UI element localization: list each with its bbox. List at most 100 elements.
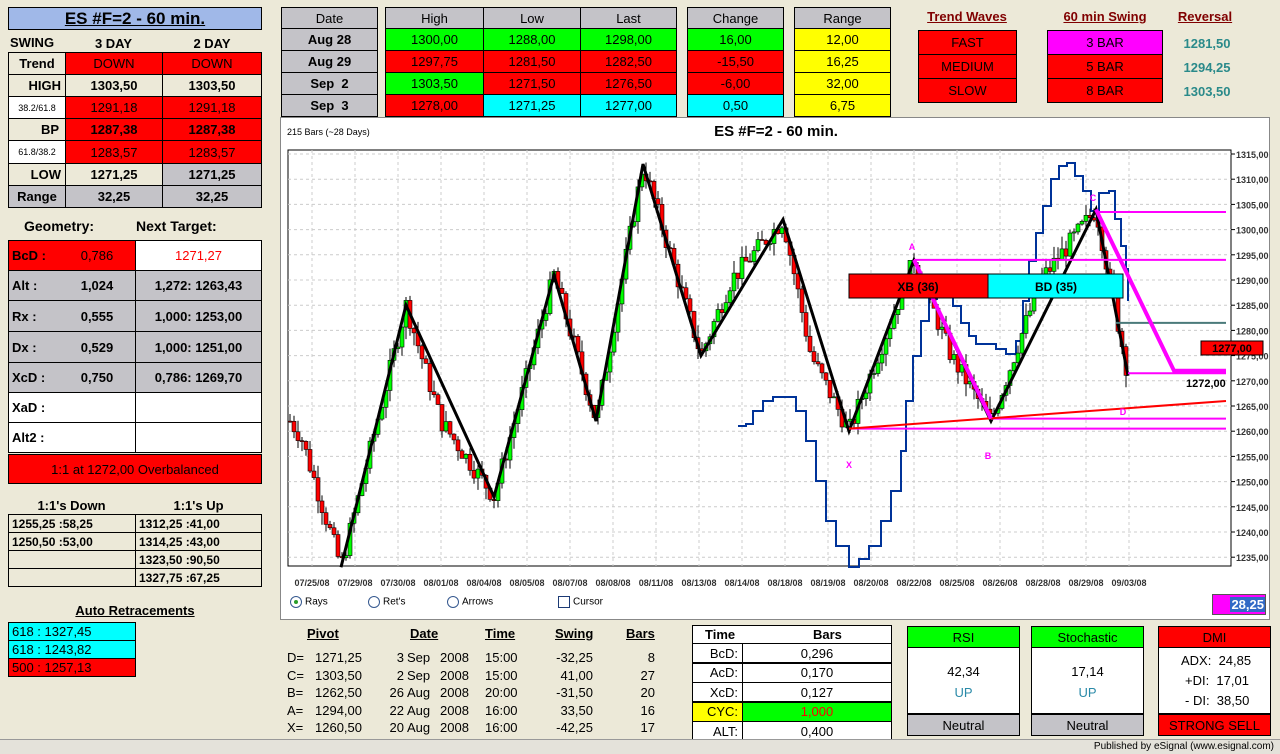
x-tick-label: 08/13/08: [681, 578, 716, 588]
candle-up: [1019, 333, 1025, 354]
chart-canvas[interactable]: 1315,00 1310,00 1305,00 1300,00 1295,00 1290,…: [281, 118, 1271, 621]
pivot-time: 20:00: [485, 685, 518, 700]
checkbox-icon[interactable]: [558, 596, 570, 608]
wave-fast: FAST: [918, 30, 1017, 55]
candle-down: [827, 379, 833, 399]
y-tick-label: 1300,00: [1236, 226, 1269, 236]
candle-down: [811, 351, 817, 362]
candle-down: [327, 524, 333, 529]
y-tick-label: 1265,00: [1236, 402, 1269, 412]
candle-down: [1063, 248, 1069, 257]
option-cursor[interactable]: Cursor: [558, 596, 603, 608]
fib618-3day: 1283,57: [65, 140, 163, 164]
pivot-year: 2008: [440, 685, 469, 700]
rsi-status: Neutral: [907, 713, 1020, 736]
x-tick-label: 08/26/08: [982, 578, 1017, 588]
rsi-panel: RSI 42,34 UP Neutral: [907, 626, 1020, 736]
radio-icon[interactable]: [368, 596, 380, 608]
pivot-bars-header: Bars: [626, 626, 655, 641]
candle-down: [427, 363, 433, 392]
chart-title: ES #F=2 - 60 min.: [714, 123, 838, 140]
high-3day: 1303,50: [65, 74, 163, 97]
geometry-label: Geometry:: [24, 218, 95, 234]
row2-high: 1297,75: [385, 50, 484, 73]
radio-icon[interactable]: [447, 596, 459, 608]
pivot-day: 26: [389, 685, 404, 700]
stochastic-value: 17,14: [1071, 664, 1104, 679]
stochastic-panel: Stochastic 17,14 UP Neutral: [1031, 626, 1144, 736]
stochastic-label: Stochastic: [1031, 626, 1144, 648]
row2-change: -15,50: [687, 50, 784, 73]
option-arrows[interactable]: Arrows: [447, 596, 493, 608]
timebars-value: 0,296: [742, 643, 892, 663]
pivot-year: 2008: [440, 650, 469, 665]
ones-up-4: 1327,75 :67,25: [135, 568, 262, 587]
row4-change: 0,50: [687, 94, 784, 117]
geo-val-alt: 1,024: [80, 278, 114, 293]
retracement-1: 618 : 1327,45: [8, 622, 136, 641]
row4-range: 6,75: [794, 94, 891, 117]
x-tick-label: 08/14/08: [724, 578, 759, 588]
candle-up: [779, 227, 785, 234]
publisher-note: Published by eSignal (www.esignal.com): [1093, 741, 1274, 752]
x-tick-label: 08/05/08: [509, 578, 544, 588]
header-change: Change: [687, 7, 784, 29]
row4-last: 1277,00: [580, 94, 677, 117]
fib618-2day: 1283,57: [162, 140, 262, 164]
swing-8bar: 8 BAR: [1047, 78, 1163, 103]
row-label-bp: BP: [8, 118, 66, 141]
pattern-point-d: D: [1120, 407, 1127, 417]
y-tick-label: 1295,00: [1236, 251, 1269, 261]
option-rays[interactable]: Rays: [290, 596, 328, 608]
pivot-label: B=: [287, 685, 304, 700]
pivot-price: 1303,50: [315, 667, 362, 683]
candle-up: [755, 239, 761, 251]
value-readout: 28,25: [1212, 594, 1266, 615]
trend-3day: DOWN: [65, 52, 163, 75]
time-bars-table: Time Bars BcD: 0,296 AcD: 0,170 XcD: 0,127 CYC…: [692, 625, 892, 741]
candle-down: [335, 534, 341, 557]
pivot-swing: 41,00: [560, 667, 593, 683]
ones-down-4: [8, 568, 136, 587]
row1-date: Aug 28: [281, 28, 378, 51]
pivot-bars: 27: [640, 667, 655, 683]
candle-down: [431, 391, 437, 396]
y-tick-label: 1315,00: [1236, 150, 1269, 160]
reversal-3: 1303,50: [1183, 84, 1231, 99]
geo-val-rx: 0,555: [80, 309, 114, 324]
symbol-title: ES #F=2 - 60 min.: [8, 7, 262, 30]
pivot-label: X=: [287, 720, 304, 735]
header-high: High: [385, 7, 484, 29]
option-rets[interactable]: Ret's: [368, 596, 405, 608]
candle-up: [1059, 248, 1065, 261]
x-tick-label: 09/03/08: [1111, 578, 1146, 588]
bp-2day: 1287,38: [162, 118, 262, 141]
pivot-time-header: Time: [485, 626, 516, 641]
timebars-label: CYC:: [692, 701, 743, 722]
last-price-label: 1277,00: [1212, 343, 1252, 355]
ones-up-3: 1323,50 :90,50: [135, 550, 262, 569]
pivot-swing: -32,25: [556, 650, 593, 665]
pivot-date-header: Date: [410, 626, 439, 641]
row3-high: 1303,50: [385, 72, 484, 95]
candle-down: [423, 358, 429, 364]
rsi-value: 42,34: [947, 664, 980, 679]
pivot-month: Aug: [407, 720, 431, 735]
y-tick-label: 1290,00: [1236, 276, 1269, 286]
candle-down: [471, 470, 477, 479]
radio-selected-icon[interactable]: [290, 596, 302, 608]
row2-date: Aug 29: [281, 50, 378, 73]
ones-up-label: 1:1's Up: [173, 498, 224, 513]
price-chart[interactable]: 1315,00 1310,00 1305,00 1300,00 1295,00 1290,…: [280, 117, 1270, 620]
y-tick-label: 1240,00: [1236, 528, 1269, 538]
pivot-swing: -31,50: [556, 685, 593, 700]
row1-low: 1288,00: [483, 28, 581, 51]
candle-down: [823, 372, 829, 381]
rsi-direction: UP: [954, 685, 973, 700]
dmi-status: STRONG SELL: [1158, 713, 1271, 736]
row2-range: 16,25: [794, 50, 891, 73]
x-tick-label: 08/22/08: [896, 578, 931, 588]
candle-down: [299, 440, 305, 442]
row3-change: -6,00: [687, 72, 784, 95]
reversal-1: 1281,50: [1183, 36, 1231, 51]
